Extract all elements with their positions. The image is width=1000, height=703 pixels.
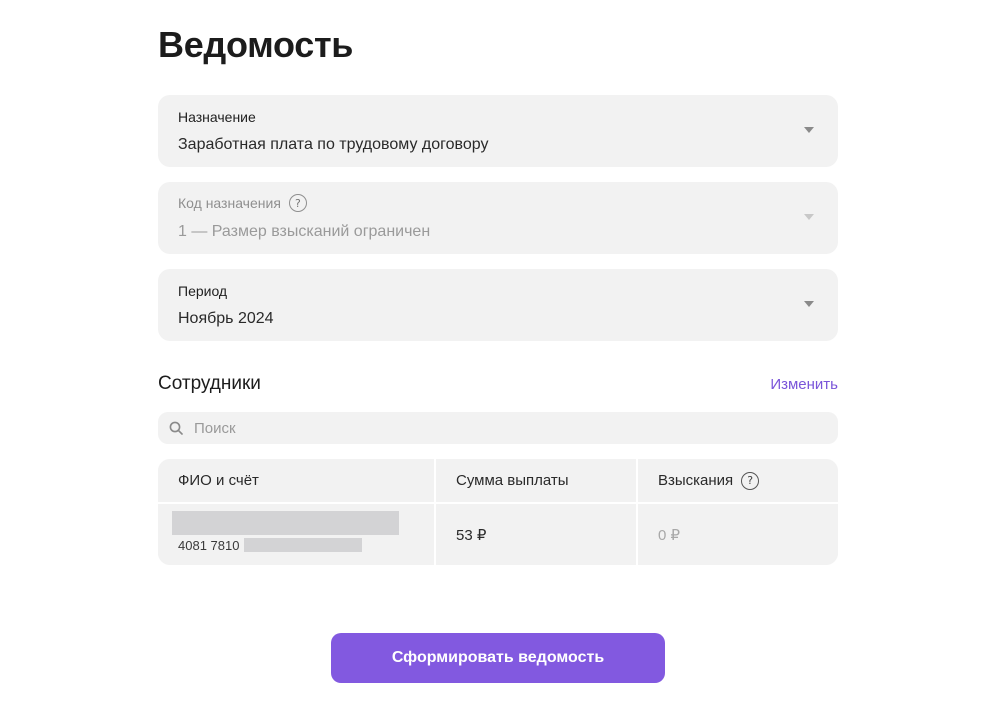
table-divider — [158, 502, 838, 504]
deductions-cell: 0 ₽ — [638, 504, 838, 565]
employee-search — [158, 412, 838, 444]
period-select[interactable]: Период Ноябрь 2024 — [158, 269, 838, 341]
purpose-value: Заработная плата по трудовому договору — [178, 136, 489, 153]
purpose-code-value: 1 — Размер взысканий ограничен — [178, 223, 431, 240]
purpose-select[interactable]: Назначение Заработная плата по трудовому… — [158, 95, 838, 167]
employees-table: ФИО и счёт Сумма выплаты Взыскания ? 408… — [158, 459, 838, 565]
period-label: Период — [178, 283, 228, 299]
purpose-code-label: Код назначения — [178, 195, 281, 211]
column-header-amount: Сумма выплаты — [436, 459, 636, 502]
purpose-code-label-wrap: Код назначения ? — [178, 194, 307, 212]
column-header-deductions-label: Взыскания — [658, 472, 734, 489]
page-title: Ведомость — [158, 24, 354, 65]
table-divider — [636, 459, 638, 565]
help-icon[interactable]: ? — [288, 194, 307, 212]
table-divider — [434, 459, 436, 565]
redacted-account — [244, 538, 362, 552]
help-icon[interactable]: ? — [741, 471, 760, 490]
create-statement-button[interactable]: Сформировать ведомость — [331, 633, 665, 683]
account-number: 4081 7810 — [178, 538, 240, 553]
purpose-label: Назначение — [178, 109, 256, 125]
search-icon — [169, 421, 183, 435]
search-input[interactable] — [194, 412, 824, 444]
table-row-employee[interactable]: 4081 7810 — [158, 504, 434, 565]
column-header-name: ФИО и счёт — [158, 459, 434, 502]
chevron-down-icon — [804, 301, 814, 307]
period-value: Ноябрь 2024 — [178, 310, 274, 327]
purpose-code-select: Код назначения ? 1 — Размер взысканий ог… — [158, 182, 838, 254]
edit-employees-link[interactable]: Изменить — [770, 376, 838, 393]
employees-section-title: Сотрудники — [158, 373, 261, 394]
amount-cell: 53 ₽ — [436, 504, 636, 565]
chevron-down-icon — [804, 214, 814, 220]
redacted-name — [172, 511, 399, 535]
column-header-deductions: Взыскания ? — [638, 459, 838, 502]
chevron-down-icon — [804, 127, 814, 133]
